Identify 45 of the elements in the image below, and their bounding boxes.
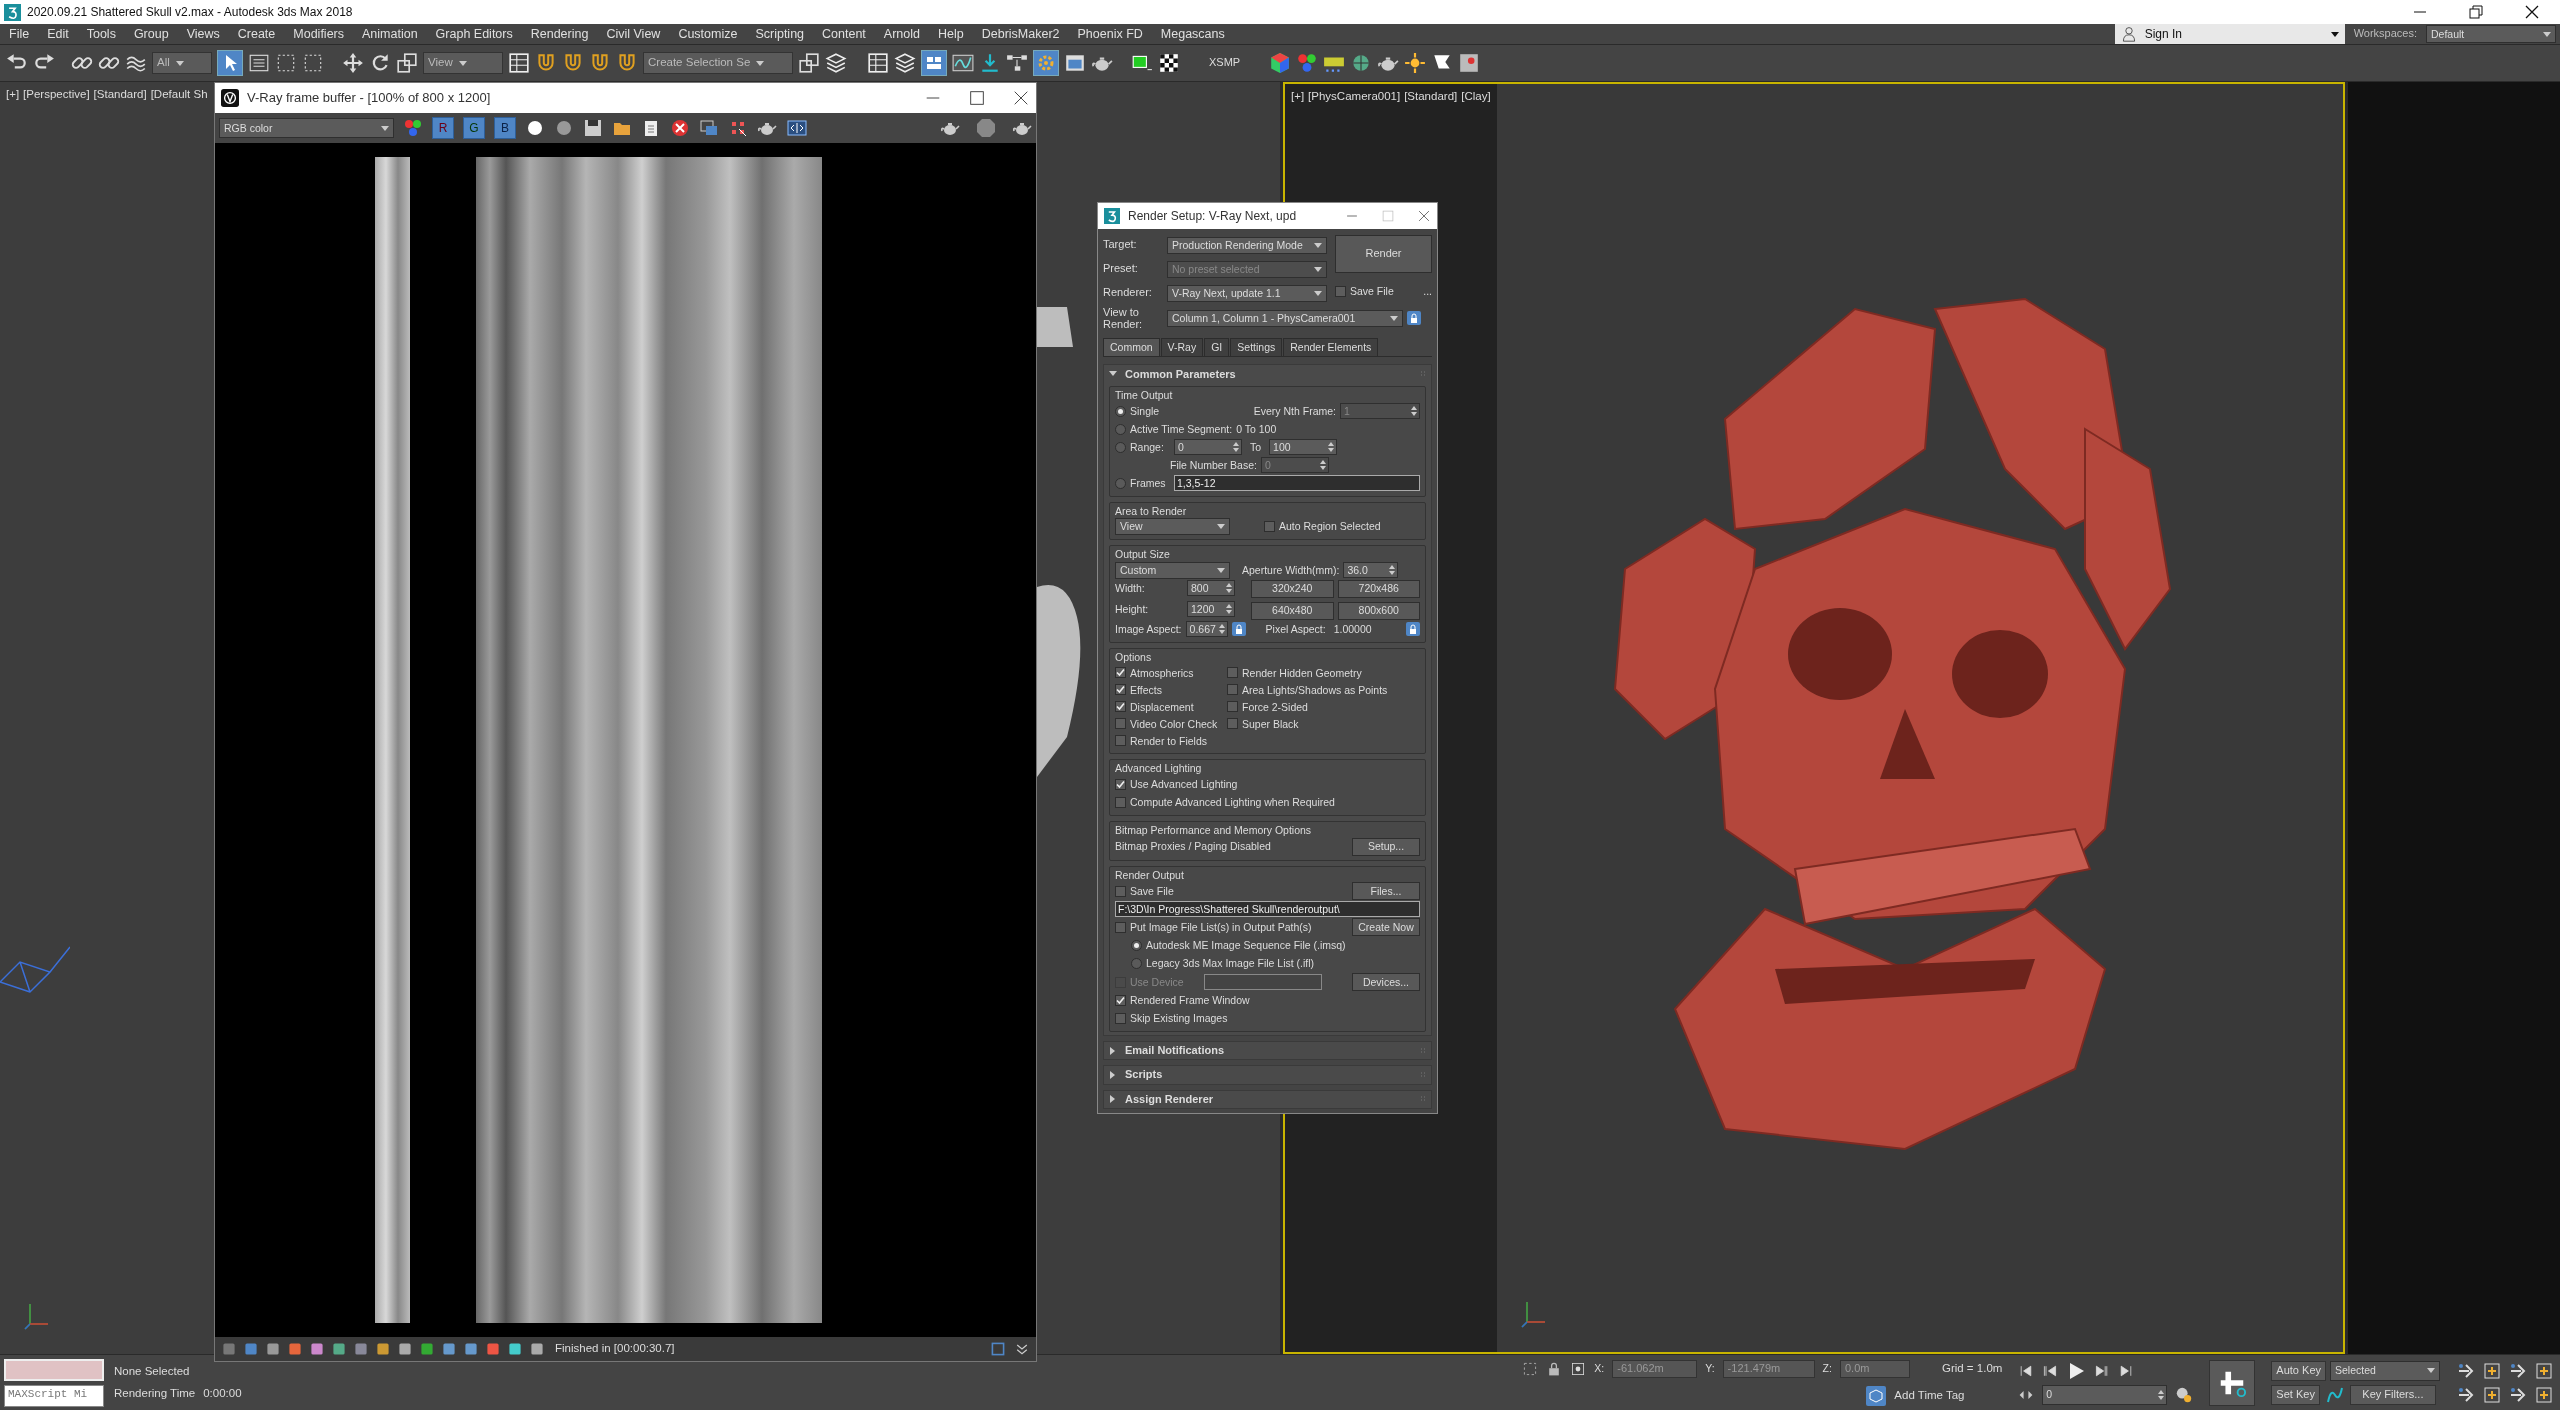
target-label: Target: xyxy=(1103,238,1138,252)
label: Width: xyxy=(1115,581,1146,595)
workspaces-label: Workspaces: xyxy=(2352,27,2418,41)
view-to-render-label: View to Render: xyxy=(1103,306,1144,331)
group-title: Output Size xyxy=(1115,548,1171,561)
time-range-text: 0 To 100 xyxy=(1236,422,1277,436)
checkbox-label: Use Advanced Lighting xyxy=(1130,778,1238,791)
window-title: V-Ray frame buffer - [100% of 800 x 1200] xyxy=(247,90,491,106)
renderer-label: Renderer: xyxy=(1103,286,1153,300)
y-label: Y: xyxy=(1705,1362,1715,1375)
radio-label: Single xyxy=(1130,404,1160,418)
checkbox-label: Video Color Check xyxy=(1130,717,1218,731)
selection-status: None Selected xyxy=(114,1364,191,1379)
checkbox-label: Rendered Frame Window xyxy=(1130,994,1250,1007)
x-label: X: xyxy=(1594,1362,1605,1375)
z-label: Z: xyxy=(1822,1362,1832,1375)
render-time-label: Rendering Time xyxy=(114,1386,196,1401)
group-title: Render Output xyxy=(1115,868,1185,882)
render-status: Finished in [00:00:30.7] xyxy=(555,1342,675,1356)
label: File Number Base: xyxy=(1170,458,1257,472)
group-title: Advanced Lighting xyxy=(1115,762,1203,775)
radio-label: Active Time Segment: xyxy=(1130,422,1233,436)
bitmap-status: Bitmap Proxies / Paging Disabled xyxy=(1115,840,1271,853)
checkbox-label: Use Device xyxy=(1130,975,1185,989)
radio-label: Frames xyxy=(1130,476,1167,490)
preset-label: Preset: xyxy=(1103,262,1139,276)
checkbox-label: Displacement xyxy=(1130,700,1194,714)
group-title: Time Output xyxy=(1115,388,1174,402)
preset-dropdown: No preset selected xyxy=(1167,260,1327,278)
label: Image Aspect: xyxy=(1115,622,1182,636)
label: Height: xyxy=(1115,602,1150,616)
window-title: 2020.09.21 Shattered Skull v2.max - Autodesk 3ds Max 2018 xyxy=(27,4,353,20)
checkbox-label: Effects xyxy=(1130,683,1162,697)
checkbox-label: Save File xyxy=(1350,285,1394,298)
label: To xyxy=(1249,440,1263,454)
grid-size: Grid = 1.0m xyxy=(1941,1361,2003,1376)
checkbox-label: Atmospherics xyxy=(1130,666,1194,680)
checkbox-label: Render to Fields xyxy=(1130,734,1208,748)
checkbox-label: Save File xyxy=(1130,884,1174,898)
radio-label: Range: xyxy=(1130,440,1165,454)
group-title: Area to Render xyxy=(1115,504,1188,518)
checkbox-label: Skip Existing Images xyxy=(1130,1012,1228,1025)
render-time-value: 0:00:00 xyxy=(203,1386,242,1401)
group-title: Options xyxy=(1115,650,1153,664)
pixel-aspect-value: 1.00000 xyxy=(1333,622,1372,636)
